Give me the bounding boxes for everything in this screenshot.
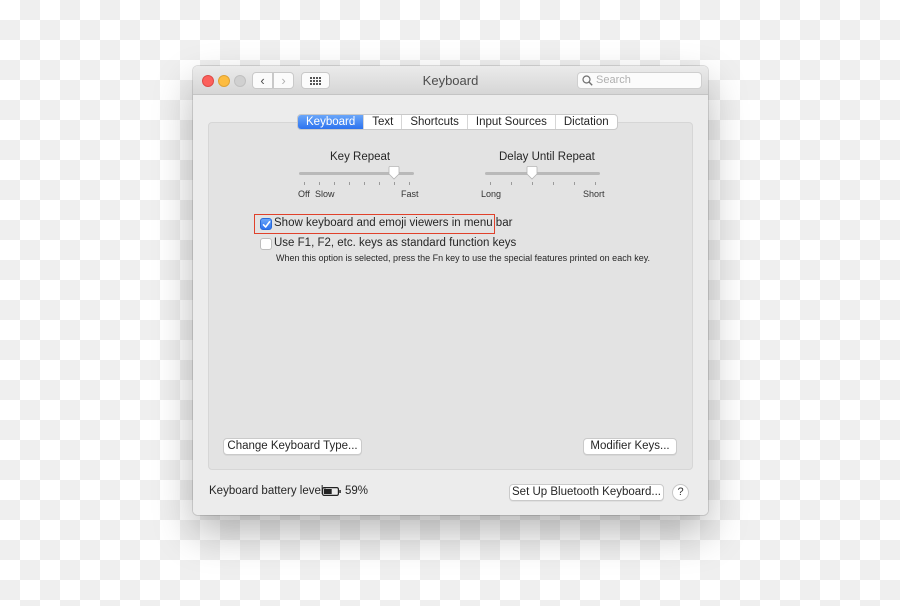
delay-until-repeat-tick [595, 182, 596, 185]
delay-until-repeat-thumb[interactable] [526, 166, 538, 180]
delay-until-repeat-tick [511, 182, 512, 185]
delay-until-repeat-title: Delay Until Repeat [499, 151, 595, 163]
title-bar: ‹ › Keyboard Search [193, 66, 708, 95]
search-field[interactable]: Search [577, 72, 702, 89]
delay-until-repeat-tick [490, 182, 491, 185]
tab-keyboard[interactable]: Keyboard [298, 115, 364, 129]
checkmark-icon [262, 221, 271, 228]
delay-until-repeat-tick [532, 182, 533, 185]
key-repeat-tick [394, 182, 395, 185]
key-repeat-thumb[interactable] [388, 166, 400, 180]
delay-until-repeat-tick [553, 182, 554, 185]
search-placeholder: Search [596, 74, 631, 86]
key-repeat-off-label: Off [298, 189, 310, 199]
delay-long-label: Long [481, 189, 502, 199]
help-button[interactable]: ? [672, 484, 689, 501]
key-repeat-slider[interactable] [299, 166, 414, 186]
change-keyboard-type-button[interactable]: Change Keyboard Type... [223, 438, 362, 455]
battery-label: Keyboard battery level: [209, 485, 327, 497]
key-repeat-slow-label: Slow [315, 189, 335, 199]
keyboard-preferences-window: ‹ › Keyboard Search Keyboard Text Shortcut… [193, 66, 708, 515]
battery-icon [322, 487, 341, 496]
key-repeat-tick [349, 182, 350, 185]
set-up-bluetooth-keyboard-button[interactable]: Set Up Bluetooth Keyboard... [509, 484, 664, 501]
tab-input-sources[interactable]: Input Sources [466, 115, 555, 129]
show-viewers-label[interactable]: Show keyboard and emoji viewers in menu … [274, 217, 512, 229]
battery-percent: 59% [345, 485, 369, 497]
delay-until-repeat-track[interactable] [485, 172, 600, 175]
use-fn-keys-label[interactable]: Use F1, F2, etc. keys as standard functi… [274, 237, 516, 249]
delay-until-repeat-slider[interactable] [485, 166, 600, 186]
modifier-keys-button[interactable]: Modifier Keys... [583, 438, 677, 455]
key-repeat-title: Key Repeat [330, 151, 391, 163]
keyboard-panel [208, 122, 693, 470]
key-repeat-fast-label: Fast [401, 189, 419, 199]
tab-bar: Keyboard Text Shortcuts Input Sources Dictat… [297, 114, 618, 130]
use-fn-keys-checkbox[interactable] [260, 238, 272, 250]
key-repeat-tick [304, 182, 305, 185]
key-repeat-tick [319, 182, 320, 185]
key-repeat-tick [409, 182, 410, 185]
delay-until-repeat-tick [574, 182, 575, 185]
key-repeat-tick [334, 182, 335, 185]
key-repeat-tick [379, 182, 380, 185]
show-viewers-checkbox[interactable] [260, 218, 272, 230]
question-mark-icon: ? [677, 486, 684, 498]
delay-short-label: Short [583, 189, 605, 199]
tab-text[interactable]: Text [363, 115, 401, 129]
tab-shortcuts[interactable]: Shortcuts [401, 115, 467, 129]
fn-note: When this option is selected, press the … [276, 253, 651, 263]
key-repeat-tick [364, 182, 365, 185]
tab-dictation[interactable]: Dictation [554, 115, 617, 129]
search-icon [582, 75, 593, 86]
